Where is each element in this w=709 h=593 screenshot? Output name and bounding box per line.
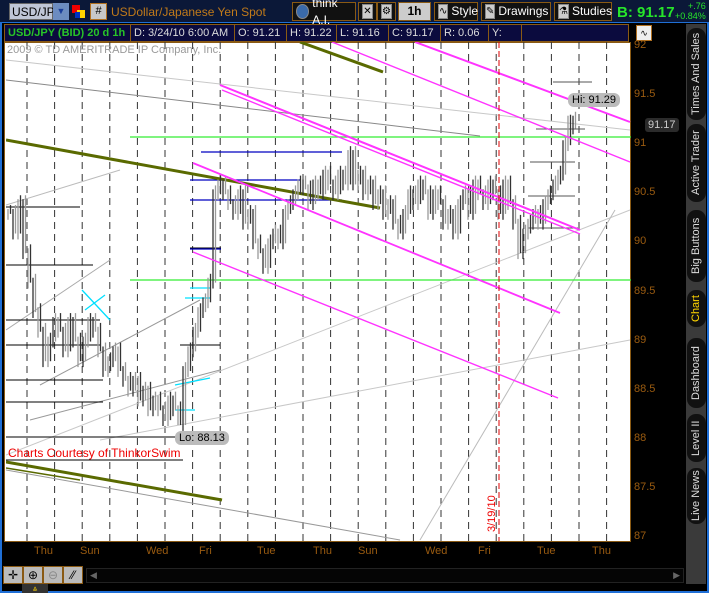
price-axis[interactable]: 92 91.5 91 90.5 90 89.5 89 88.5 88 87.5 87 xyxy=(632,39,684,542)
symbol-input[interactable]: USD/JPY xyxy=(9,3,63,20)
olive-line xyxy=(6,460,223,502)
scroll-left-icon[interactable]: ◀ xyxy=(90,570,97,581)
crosshair-tool-button[interactable]: ✕ xyxy=(358,2,377,21)
change-value: +.76 xyxy=(688,1,706,11)
time-tick: Wed xyxy=(146,545,169,557)
tab-level-ii[interactable]: Level II xyxy=(687,414,706,462)
studies-button[interactable]: ⚗ Studies xyxy=(554,2,612,21)
trendline xyxy=(99,339,631,441)
toolbar: USD/JPY ▼ # USDollar/Japanese Yen Spot t… xyxy=(0,0,709,27)
tools-icon: ✕ xyxy=(362,4,373,19)
price-tick: 90 xyxy=(634,235,647,248)
price-change: +.76 +0.84% xyxy=(675,1,706,21)
info-open: O: 91.21 xyxy=(235,25,287,41)
time-tick: Fri xyxy=(478,545,491,557)
price-tick: 87.5 xyxy=(634,480,656,493)
trendline xyxy=(419,209,616,541)
interval-button[interactable]: 1h xyxy=(398,2,431,21)
trendline xyxy=(6,209,631,456)
date-marker-label: 3/19/10 xyxy=(486,495,498,532)
wrench-icon: ⚙ xyxy=(381,4,392,19)
side-tabs: Times And Sales Active Trader Big Button… xyxy=(686,24,706,584)
zoom-in-button[interactable]: ⊕ xyxy=(23,566,43,584)
chart-title: USD/JPY (BID) 20 d 1h xyxy=(5,25,131,41)
tab-big-buttons[interactable]: Big Buttons xyxy=(687,210,706,282)
copyright-text: 2009 © TD AMERITRADE IP Company, Inc. xyxy=(7,44,222,56)
high-label: Hi: 91.29 xyxy=(568,93,621,107)
current-price-label: 91.17 xyxy=(645,118,679,132)
symbol-description: USDollar/Japanese Yen Spot xyxy=(111,5,266,19)
price-tick: 89.5 xyxy=(634,284,656,297)
tab-dashboard[interactable]: Dashboard xyxy=(687,338,706,408)
channel-lines xyxy=(192,42,631,399)
info-range: R: 0.06 xyxy=(441,25,489,41)
expand-icon[interactable]: ⩓ xyxy=(22,584,48,593)
time-tick: Thu xyxy=(313,545,332,557)
gray-trendlines xyxy=(6,59,631,541)
time-tick: Wed xyxy=(425,545,448,557)
hash-button[interactable]: # xyxy=(90,3,107,20)
price-tick: 88.5 xyxy=(634,382,656,395)
settings-button[interactable]: ⚙ xyxy=(377,2,396,21)
change-percent: +0.84% xyxy=(675,11,706,21)
channel-line xyxy=(219,84,581,231)
tab-active-trader[interactable]: Active Trader xyxy=(687,124,706,202)
trendline xyxy=(6,79,481,137)
crosshair-button[interactable]: ✛ xyxy=(3,566,23,584)
tab-live-news[interactable]: Live News xyxy=(687,468,706,524)
info-high: H: 91.22 xyxy=(287,25,337,41)
style-button[interactable]: ∿ Style xyxy=(434,2,478,21)
trendline xyxy=(6,469,401,541)
tab-times-and-sales[interactable]: Times And Sales xyxy=(687,28,706,120)
courtesy-text: Charts Courtesy of ThinkorSwim xyxy=(8,446,181,460)
info-date: D: 3/24/10 6:00 AM xyxy=(131,25,235,41)
price-tick: 91 xyxy=(634,137,647,150)
flask-icon: ⚗ xyxy=(558,4,569,19)
support-lines xyxy=(130,136,631,281)
price-tick: 89 xyxy=(634,333,647,346)
color-linking-icon[interactable] xyxy=(72,5,86,19)
info-y: Y: xyxy=(489,25,522,41)
zoom-out-button[interactable]: ⊖ xyxy=(43,566,63,584)
info-close: C: 91.17 xyxy=(389,25,441,41)
think-ai-button[interactable]: think A.I. xyxy=(292,0,356,27)
time-tick: Thu xyxy=(34,545,53,557)
price-chart[interactable] xyxy=(6,42,631,541)
time-scrollbar[interactable]: ◀ ▶ xyxy=(86,568,684,583)
drawing-tool-button[interactable]: ⁄⁄ xyxy=(63,566,83,584)
time-tick: Fri xyxy=(199,545,212,557)
chart-info-bar: USD/JPY (BID) 20 d 1h D: 3/24/10 6:00 AM… xyxy=(4,24,629,42)
drawings-button[interactable]: ✎ Drawings xyxy=(481,2,551,21)
trendline xyxy=(6,59,631,131)
price-tick: 90.5 xyxy=(634,186,656,199)
price-tick: 87 xyxy=(634,530,647,542)
price-tick: 88 xyxy=(634,431,647,444)
scroll-right-icon[interactable]: ▶ xyxy=(673,570,680,581)
globe-icon xyxy=(296,4,310,19)
pencil-icon: ✎ xyxy=(485,4,496,19)
bid-price: B: 91.17 xyxy=(617,4,675,21)
low-label: Lo: 88.13 xyxy=(175,431,229,445)
trendline xyxy=(39,299,201,386)
symbol-dropdown-icon[interactable]: ▼ xyxy=(53,3,69,20)
chart-style-icon: ∿ xyxy=(438,4,449,19)
time-tick: Tue xyxy=(257,545,276,557)
time-tick: Sun xyxy=(80,545,100,557)
info-low: L: 91.16 xyxy=(337,25,389,41)
time-tick: Sun xyxy=(358,545,378,557)
tab-chart[interactable]: Chart xyxy=(687,290,706,327)
price-tick: 92 xyxy=(634,39,647,51)
time-tick: Thu xyxy=(592,545,611,557)
price-tick: 91.5 xyxy=(634,88,656,101)
time-tick: Tue xyxy=(537,545,556,557)
